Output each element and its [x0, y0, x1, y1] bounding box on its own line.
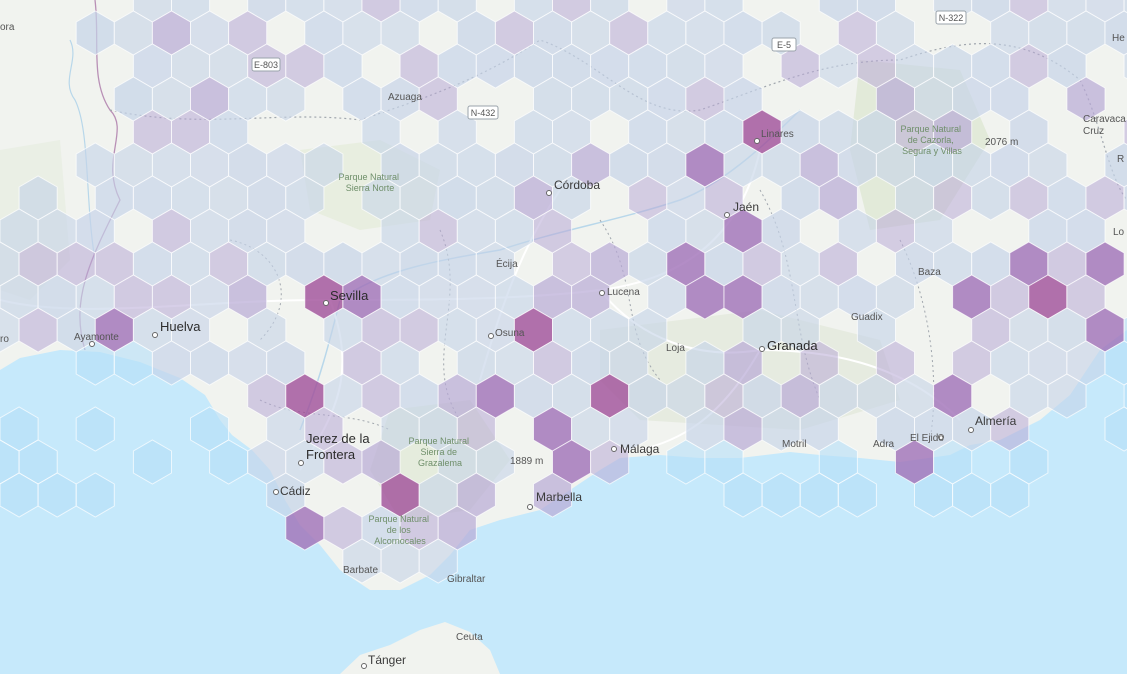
city-cordoba: Córdoba [554, 178, 600, 192]
city-granada: Granada [767, 338, 818, 353]
city-cadiz: Cádiz [280, 484, 311, 498]
city-ecija: Écija [496, 257, 518, 270]
hexbin-cell[interactable] [75, 472, 115, 518]
city-gibraltar: Gibraltar [447, 574, 486, 585]
city-barbate: Barbate [343, 565, 378, 576]
peak-1889: 1889 m [510, 456, 543, 467]
city-caravaca: Caravaca [1083, 114, 1126, 125]
city-tanger: Tánger [368, 653, 406, 667]
city-motril: Motril [782, 439, 806, 450]
city-osuna: Osuna [495, 328, 525, 339]
city-linares: Linares [761, 129, 794, 140]
label-edge-he: He [1112, 33, 1125, 44]
label-edge-ro: ro [0, 334, 9, 345]
svg-text:E-803: E-803 [254, 60, 278, 70]
city-marbella: Marbella [536, 490, 582, 504]
city-el-ejido: El Ejido [910, 433, 944, 444]
city-ceuta: Ceuta [456, 632, 483, 643]
hexbin-cell[interactable] [761, 472, 801, 518]
city-malaga: Málaga [620, 442, 660, 456]
park-sierra-norte: Parque Natural Sierra Norte [338, 172, 401, 193]
city-ayamonte: Ayamonte [74, 332, 119, 343]
svg-text:N-322: N-322 [939, 13, 964, 23]
city-lucena: Lucena [607, 287, 640, 298]
hexbin-cell[interactable] [1104, 406, 1127, 452]
hex-map[interactable]: E-803 N-432 E-5 N-322 Parque Natural Sie… [0, 0, 1127, 674]
road-shield-n322: N-322 [935, 10, 967, 25]
park-cazorla: Parque Natural de Cazorla, Segura y Vill… [900, 124, 963, 156]
svg-text:N-432: N-432 [471, 108, 496, 118]
city-huelva: Huelva [160, 319, 201, 334]
city-azuaga: Azuaga [388, 92, 422, 103]
city-adra: Adra [873, 439, 895, 450]
svg-text:E-5: E-5 [777, 40, 791, 50]
map-canvas[interactable]: E-803 N-432 E-5 N-322 Parque Natural Sie… [0, 0, 1127, 674]
peak-2076: 2076 m [985, 137, 1018, 148]
road-shield-n432: N-432 [467, 105, 499, 120]
city-almeria: Almería [975, 414, 1017, 428]
city-jerez-line2: Frontera [306, 447, 356, 462]
city-loja: Loja [666, 343, 685, 354]
label-edge-ora: ora [0, 22, 15, 33]
city-sevilla: Sevilla [330, 288, 369, 303]
hexbin-cell[interactable] [132, 439, 172, 485]
label-edge-r: R [1117, 154, 1124, 165]
city-jaen: Jaén [733, 200, 759, 214]
city-jerez-line1: Jerez de la [306, 431, 370, 446]
city-guadix: Guadix [851, 312, 883, 323]
city-cruz: Cruz [1083, 126, 1104, 137]
hexbin-cell[interactable] [75, 406, 115, 452]
label-edge-lo: Lo [1113, 227, 1125, 238]
city-baza: Baza [918, 267, 941, 278]
road-shield-e803: E-803 [251, 57, 281, 72]
road-shield-e5: E-5 [771, 37, 797, 52]
